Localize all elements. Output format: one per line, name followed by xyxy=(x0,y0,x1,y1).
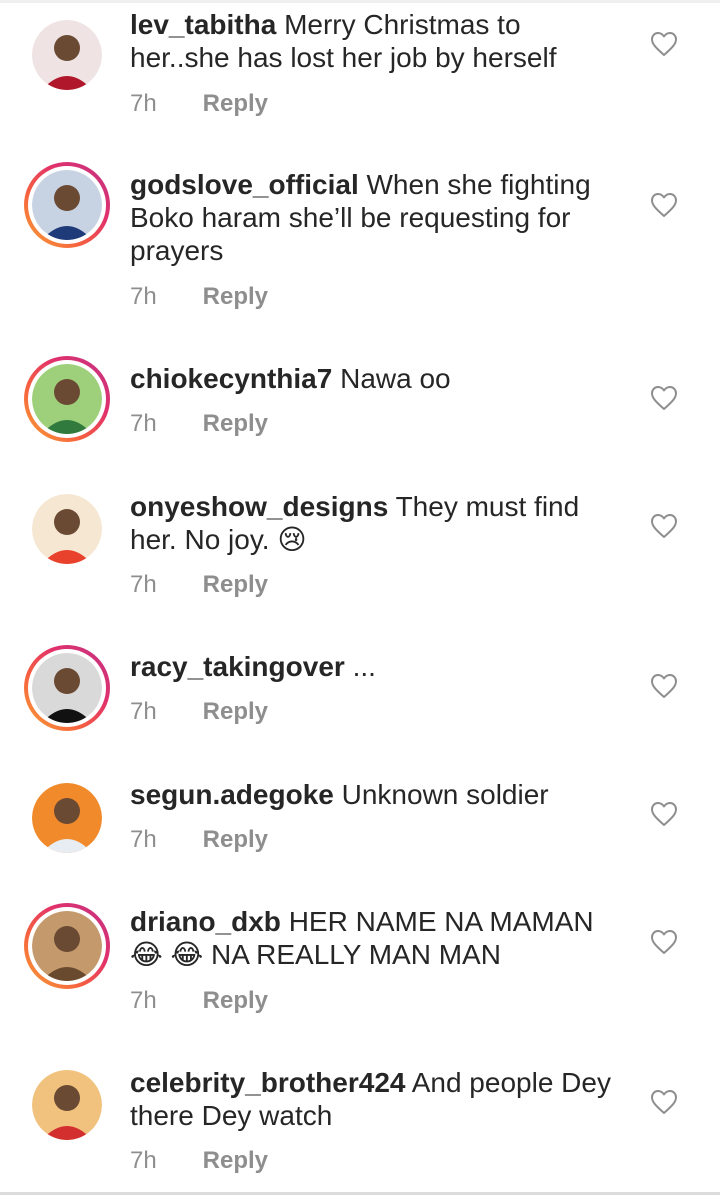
comment-timestamp: 7h xyxy=(130,698,157,725)
comment-username[interactable]: segun.adegoke xyxy=(130,779,334,810)
comment-meta: 7h Reply xyxy=(130,826,268,854)
avatar-image xyxy=(32,653,102,723)
comment-username[interactable]: lev_tabitha xyxy=(130,9,276,40)
comment-body: Unknown soldier xyxy=(341,779,549,810)
comment-text: racy_takingover ... xyxy=(130,650,625,683)
heart-outline-icon[interactable] xyxy=(650,673,678,699)
avatar[interactable] xyxy=(24,12,110,98)
reply-button[interactable]: Reply xyxy=(203,571,268,598)
reply-button[interactable]: Reply xyxy=(203,90,268,117)
heart-outline-icon[interactable] xyxy=(650,1089,678,1115)
comment-timestamp: 7h xyxy=(130,987,157,1014)
comment-meta: 7h Reply xyxy=(130,987,268,1015)
reply-button[interactable]: Reply xyxy=(203,987,268,1014)
avatar-image xyxy=(32,364,102,434)
comment-username[interactable]: racy_takingover xyxy=(130,651,345,682)
avatar[interactable] xyxy=(24,162,110,248)
reply-button[interactable]: Reply xyxy=(203,1147,268,1174)
avatar[interactable] xyxy=(24,1062,110,1148)
comment-meta: 7h Reply xyxy=(130,410,268,438)
comment-timestamp: 7h xyxy=(130,1147,157,1174)
comment-text: celebrity_brother424 And people Dey ther… xyxy=(130,1066,625,1132)
comment-meta: 7h Reply xyxy=(130,283,268,311)
comment-text: godslove_official When she fighting Boko… xyxy=(130,168,625,267)
comment-meta: 7h Reply xyxy=(130,90,268,118)
heart-outline-icon[interactable] xyxy=(650,31,678,57)
heart-outline-icon[interactable] xyxy=(650,192,678,218)
heart-outline-icon[interactable] xyxy=(650,929,678,955)
heart-outline-icon[interactable] xyxy=(650,385,678,411)
reply-button[interactable]: Reply xyxy=(203,283,268,310)
comment-text: chiokecynthia7 Nawa oo xyxy=(130,362,625,395)
reply-button[interactable]: Reply xyxy=(203,698,268,725)
comment-text: segun.adegoke Unknown soldier xyxy=(130,778,625,811)
avatar[interactable] xyxy=(24,903,110,989)
comment-meta: 7h Reply xyxy=(130,1147,268,1175)
comment-timestamp: 7h xyxy=(130,826,157,853)
avatar[interactable] xyxy=(24,645,110,731)
top-divider xyxy=(0,0,720,3)
comment-username[interactable]: godslove_official xyxy=(130,169,359,200)
avatar-image xyxy=(32,20,102,90)
avatar-image xyxy=(32,1070,102,1140)
comment-text: lev_tabitha Merry Christmas to her..she … xyxy=(130,8,625,74)
comment-meta: 7h Reply xyxy=(130,698,268,726)
avatar-image xyxy=(32,911,102,981)
comment-username[interactable]: chiokecynthia7 xyxy=(130,363,332,394)
avatar-image xyxy=(32,783,102,853)
comment-timestamp: 7h xyxy=(130,410,157,437)
avatar[interactable] xyxy=(24,486,110,572)
comment-timestamp: 7h xyxy=(130,90,157,117)
comment-username[interactable]: onyeshow_designs xyxy=(130,491,388,522)
avatar-image xyxy=(32,170,102,240)
comment-username[interactable]: driano_dxb xyxy=(130,906,281,937)
reply-button[interactable]: Reply xyxy=(203,410,268,437)
heart-outline-icon[interactable] xyxy=(650,801,678,827)
comment-body: Nawa oo xyxy=(340,363,451,394)
avatar[interactable] xyxy=(24,356,110,442)
reply-button[interactable]: Reply xyxy=(203,826,268,853)
heart-outline-icon[interactable] xyxy=(650,513,678,539)
comment-username[interactable]: celebrity_brother424 xyxy=(130,1067,405,1098)
comment-meta: 7h Reply xyxy=(130,571,268,599)
comment-text: onyeshow_designs They must find her. No … xyxy=(130,490,625,556)
comment-timestamp: 7h xyxy=(130,571,157,598)
bottom-divider xyxy=(0,1192,720,1195)
avatar[interactable] xyxy=(24,775,110,861)
comment-text: driano_dxb HER NAME NA MAMAN 😂 😂 NA REAL… xyxy=(130,905,625,971)
comment-body: ... xyxy=(352,651,376,682)
avatar-image xyxy=(32,494,102,564)
comment-timestamp: 7h xyxy=(130,283,157,310)
